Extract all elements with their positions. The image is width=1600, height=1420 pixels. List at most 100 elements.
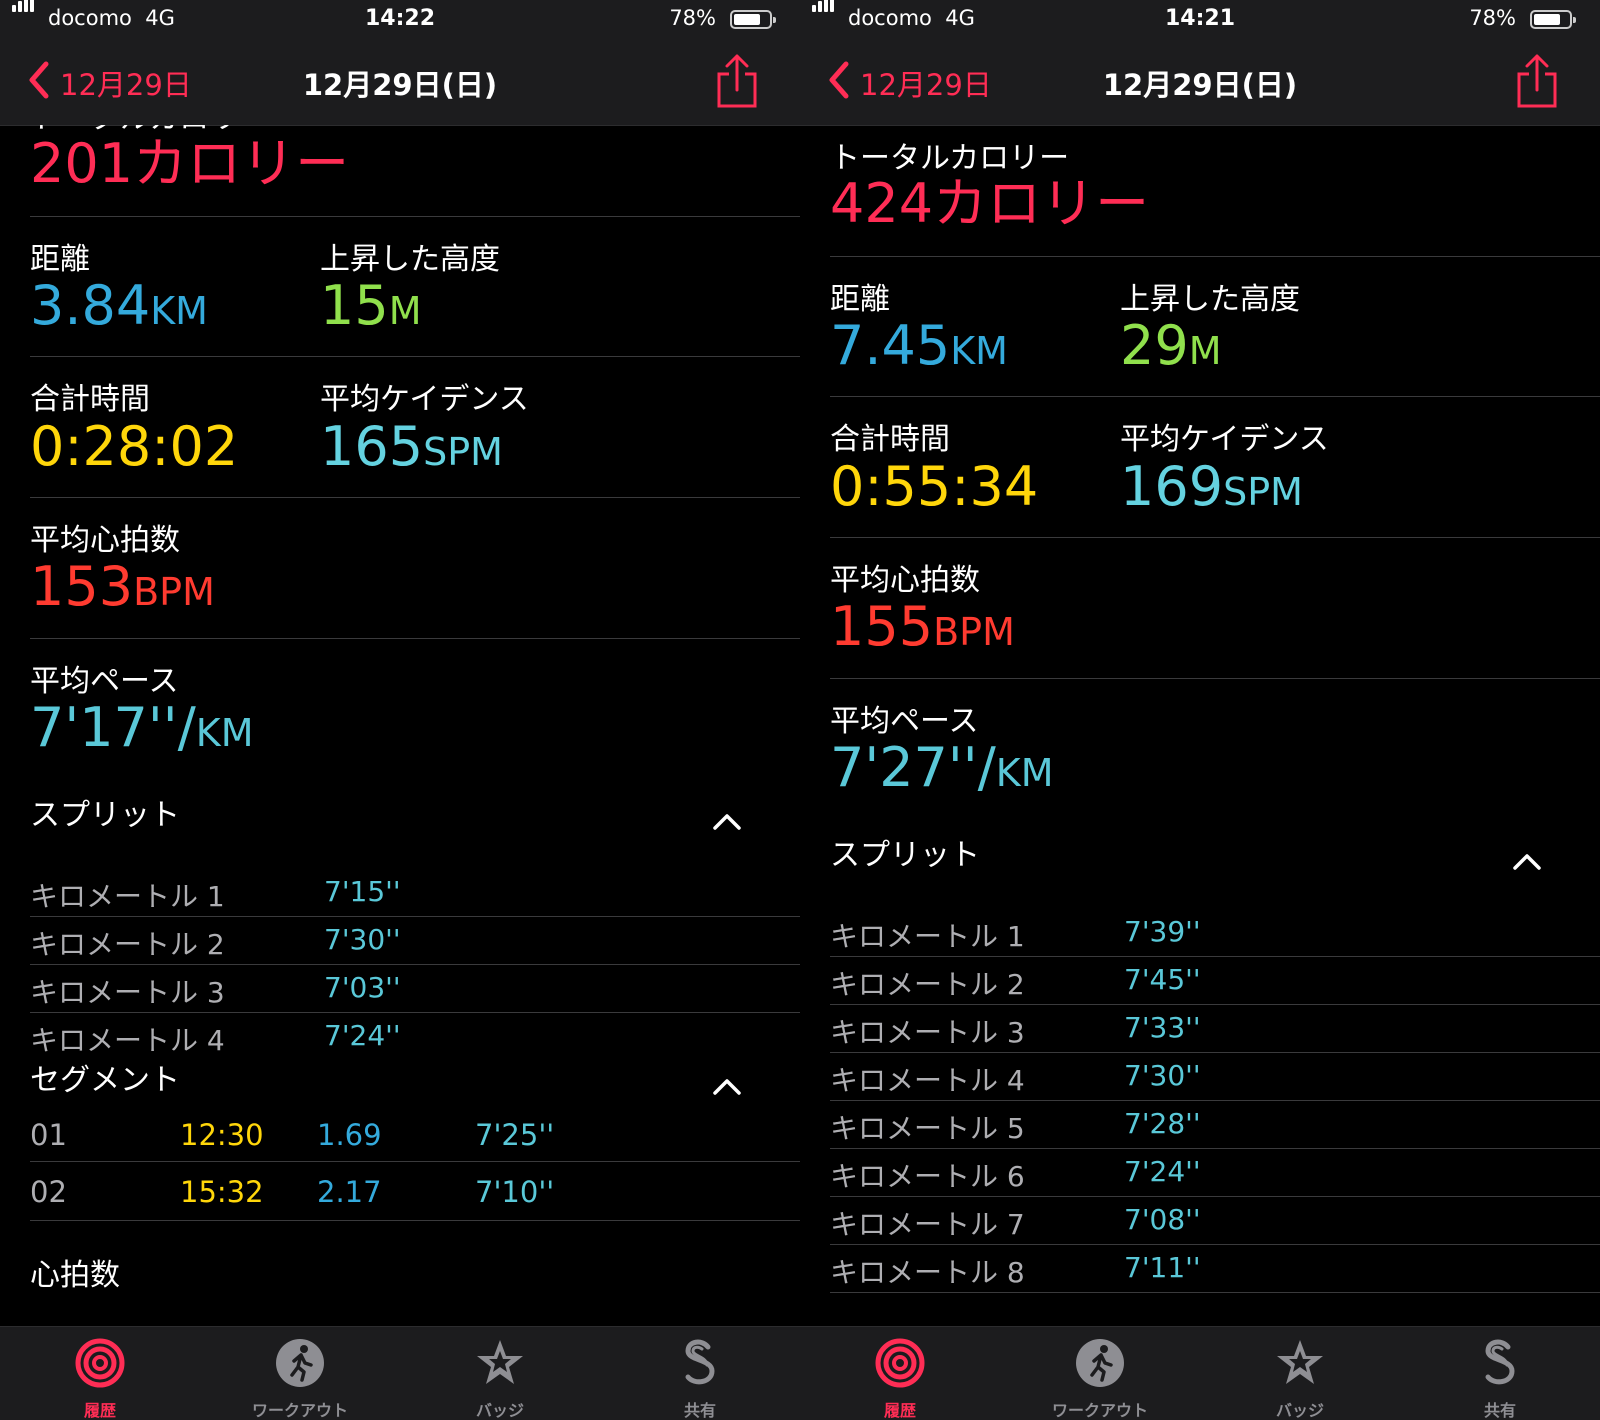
duration-label: 合計時間 bbox=[830, 422, 950, 457]
split-name: キロメートル 1 bbox=[30, 880, 225, 913]
split-name: キロメートル 6 bbox=[830, 1160, 1025, 1193]
tab-badges[interactable]: バッジ bbox=[1200, 1327, 1400, 1420]
split-row: キロメートル 3 7'03'' bbox=[30, 964, 800, 1012]
segment-number: 02 bbox=[30, 1175, 67, 1209]
divider bbox=[30, 638, 800, 639]
split-pace: 7'45'' bbox=[1124, 963, 1201, 996]
tab-label: バッジ bbox=[1275, 1401, 1324, 1420]
tab-sharing[interactable]: 共有 bbox=[1400, 1327, 1600, 1420]
segment-distance: 1.69 bbox=[317, 1118, 382, 1152]
distance-label: 距離 bbox=[830, 282, 890, 317]
divider bbox=[30, 356, 800, 357]
distance-value: 3.84KM bbox=[30, 274, 208, 337]
badge-star-icon bbox=[1277, 1340, 1323, 1384]
chevron-up-icon[interactable] bbox=[1511, 850, 1543, 872]
segment-row: 01 12:30 1.69 7'25'' bbox=[30, 1103, 800, 1161]
workout-screen-right: docomo 4G 14:21 78% 12月29日 12月29日(日) トータ… bbox=[800, 0, 1600, 1420]
tab-label: 共有 bbox=[1483, 1401, 1516, 1420]
calories-label: トータルカロリー bbox=[830, 141, 1070, 176]
split-row: キロメートル 4 7'24'' bbox=[30, 1012, 800, 1060]
tab-label: 共有 bbox=[683, 1401, 716, 1420]
split-row: キロメートル 3 7'33'' bbox=[830, 1004, 1600, 1052]
tab-badges[interactable]: バッジ bbox=[400, 1327, 600, 1420]
workout-details[interactable]: トータルカロリー 424カロリー 距離 7.45KM 上昇した高度 29M 合計… bbox=[830, 125, 1600, 1325]
split-row: キロメートル 4 7'30'' bbox=[830, 1052, 1600, 1100]
split-row: キロメートル 1 7'39'' bbox=[830, 908, 1600, 956]
split-pace: 7'08'' bbox=[1124, 1203, 1201, 1236]
splits-title: スプリット bbox=[830, 838, 980, 873]
split-row: キロメートル 5 7'28'' bbox=[830, 1100, 1600, 1148]
split-row: キロメートル 2 7'45'' bbox=[830, 956, 1600, 1004]
status-bar: docomo 4G 14:21 78% bbox=[800, 0, 1600, 42]
chevron-up-icon[interactable] bbox=[711, 810, 743, 832]
split-pace: 7'30'' bbox=[1124, 1059, 1201, 1092]
heart-rate-value: 155BPM bbox=[830, 595, 1015, 658]
workout-details[interactable]: トータルカロリー 201カロリー 距離 3.84KM 上昇した高度 15M 合計… bbox=[30, 125, 800, 1325]
split-pace: 7'03'' bbox=[324, 971, 401, 1004]
segment-row: 02 15:32 2.17 7'10'' bbox=[30, 1161, 800, 1219]
elevation-value: 15M bbox=[320, 274, 422, 337]
split-name: キロメートル 7 bbox=[830, 1208, 1025, 1241]
split-row: キロメートル 2 7'30'' bbox=[30, 916, 800, 964]
split-pace: 7'33'' bbox=[1124, 1011, 1201, 1044]
segment-distance: 2.17 bbox=[317, 1175, 382, 1209]
status-bar: docomo 4G 14:22 78% bbox=[0, 0, 800, 42]
heart-rate-label: 平均心拍数 bbox=[30, 523, 180, 558]
cadence-label: 平均ケイデンス bbox=[320, 382, 529, 417]
elevation-label: 上昇した高度 bbox=[1120, 282, 1300, 317]
share-icon[interactable] bbox=[714, 52, 760, 110]
divider bbox=[830, 396, 1600, 397]
battery-icon bbox=[730, 10, 776, 29]
splits-title: スプリット bbox=[30, 798, 180, 833]
segment-number: 01 bbox=[30, 1118, 67, 1152]
tab-history[interactable]: 履歴 bbox=[800, 1327, 1000, 1420]
pace-value: 7'17''/KM bbox=[30, 696, 254, 759]
split-name: キロメートル 3 bbox=[30, 976, 225, 1009]
segment-pace: 7'25'' bbox=[475, 1118, 555, 1152]
nav-title: 12月29日(日) bbox=[302, 68, 498, 102]
divider bbox=[830, 537, 1600, 538]
running-figure-icon bbox=[1076, 1339, 1124, 1387]
segment-time: 12:30 bbox=[180, 1118, 264, 1152]
tab-workouts[interactable]: ワークアウト bbox=[200, 1327, 400, 1420]
navigation-bar: 12月29日 12月29日(日) bbox=[800, 42, 1600, 126]
divider bbox=[830, 678, 1600, 679]
split-name: キロメートル 4 bbox=[30, 1024, 225, 1057]
tab-history[interactable]: 履歴 bbox=[0, 1327, 200, 1420]
split-row: キロメートル 6 7'24'' bbox=[830, 1148, 1600, 1196]
duration-value: 0:55:34 bbox=[830, 455, 1039, 518]
segment-pace: 7'10'' bbox=[475, 1175, 555, 1209]
battery-percent: 78% bbox=[1469, 6, 1516, 30]
share-icon[interactable] bbox=[1514, 52, 1560, 110]
split-row: キロメートル 8 7'11'' bbox=[830, 1244, 1600, 1292]
tab-bar: 履歴 ワークアウト バッジ 共有 bbox=[800, 1326, 1600, 1420]
divider bbox=[830, 1292, 1600, 1293]
tab-bar: 履歴 ワークアウト バッジ 共有 bbox=[0, 1326, 800, 1420]
activity-rings-icon bbox=[75, 1338, 125, 1388]
divider bbox=[30, 1220, 800, 1221]
distance-label: 距離 bbox=[30, 242, 90, 277]
cadence-label: 平均ケイデンス bbox=[1120, 422, 1329, 457]
navigation-bar: 12月29日 12月29日(日) bbox=[0, 42, 800, 126]
split-pace: 7'24'' bbox=[1124, 1155, 1201, 1188]
split-name: キロメートル 2 bbox=[30, 928, 225, 961]
pace-label: 平均ペース bbox=[830, 704, 979, 739]
segment-time: 15:32 bbox=[180, 1175, 264, 1209]
tab-workouts[interactable]: ワークアウト bbox=[1000, 1327, 1200, 1420]
workout-screen-left: docomo 4G 14:22 78% 12月29日 12月29日(日) トータ… bbox=[0, 0, 800, 1420]
split-row: キロメートル 1 7'15'' bbox=[30, 868, 800, 916]
heart-rate-section-title: 心拍数 bbox=[30, 1258, 120, 1293]
activity-rings-icon bbox=[875, 1338, 925, 1388]
tab-label: 履歴 bbox=[883, 1401, 916, 1420]
nav-title: 12月29日(日) bbox=[1102, 68, 1298, 102]
split-pace: 7'30'' bbox=[324, 923, 401, 956]
cadence-value: 169SPM bbox=[1120, 455, 1303, 518]
split-pace: 7'11'' bbox=[1124, 1251, 1201, 1284]
battery-icon bbox=[1530, 10, 1576, 29]
split-pace: 7'39'' bbox=[1124, 915, 1201, 948]
divider bbox=[30, 497, 800, 498]
tab-sharing[interactable]: 共有 bbox=[600, 1327, 800, 1420]
sharing-icon bbox=[685, 1339, 715, 1385]
chevron-up-icon[interactable] bbox=[711, 1075, 743, 1097]
split-pace: 7'28'' bbox=[1124, 1107, 1201, 1140]
